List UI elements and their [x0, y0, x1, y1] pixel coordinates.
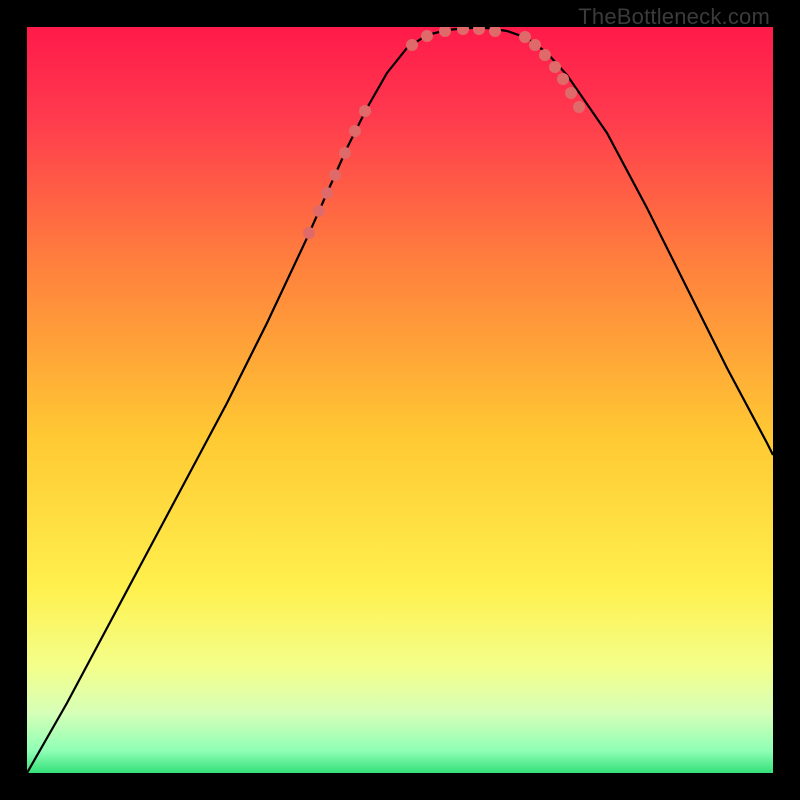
watermark-text: TheBottleneck.com	[578, 4, 770, 30]
marker-cluster-right	[519, 31, 585, 113]
chart-svg	[27, 27, 773, 773]
marker-cluster-left	[303, 105, 371, 239]
plot-area	[27, 27, 773, 773]
bottleneck-curve	[27, 28, 773, 773]
